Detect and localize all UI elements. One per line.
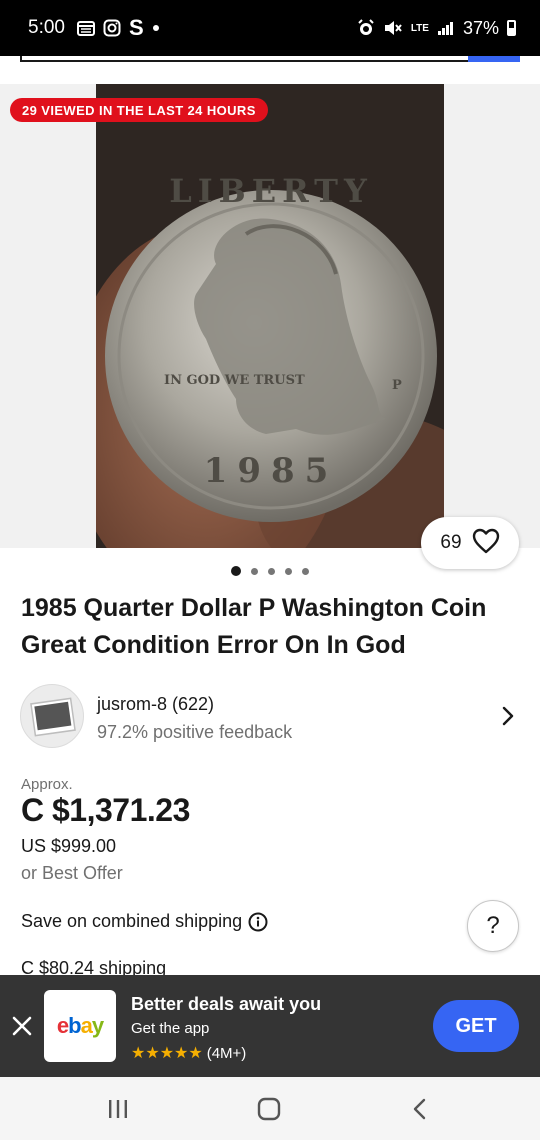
lte-icon: LTE xyxy=(410,22,429,34)
banner-title: Better deals await you xyxy=(131,994,322,1014)
rating-count: (4M+) xyxy=(206,1044,247,1062)
coin-motto: IN GOD WE TRUST xyxy=(164,373,305,388)
s-app-icon: S xyxy=(128,15,144,40)
get-app-button[interactable]: GET xyxy=(433,1000,519,1052)
search-button[interactable] xyxy=(468,56,520,62)
star-rating-icon: ★★★★★ xyxy=(131,1045,203,1062)
seller-avatar xyxy=(20,684,84,748)
viewed-badge: 29 VIEWED IN THE LAST 24 HOURS xyxy=(10,98,268,122)
back-icon[interactable] xyxy=(400,1093,440,1125)
banner-subtitle: Get the app xyxy=(131,1020,210,1037)
coin-mint-mark: P xyxy=(392,378,402,393)
mute-icon xyxy=(383,18,403,38)
pagination-dot[interactable] xyxy=(302,567,309,575)
pagination-dot[interactable] xyxy=(268,567,275,575)
logo-letter-e: e xyxy=(56,1013,69,1038)
battery-icon xyxy=(507,20,516,36)
seller-name[interactable]: jusrom-8 (622) xyxy=(97,694,214,715)
status-time: 5:00 xyxy=(28,17,65,38)
help-button[interactable]: ? xyxy=(467,900,519,952)
search-bar[interactable] xyxy=(0,56,540,76)
home-icon[interactable] xyxy=(249,1093,289,1125)
status-bar: 5:00 S LTE 37% xyxy=(0,0,540,56)
pagination-dot[interactable] xyxy=(251,567,258,575)
pagination-dot[interactable] xyxy=(285,567,292,575)
product-photo[interactable]: LIBERTY IN GOD WE TRUST 1985 P xyxy=(96,84,444,548)
alarm-icon xyxy=(357,18,375,38)
image-pagination[interactable] xyxy=(0,566,540,576)
logo-letter-a: a xyxy=(80,1013,93,1038)
watch-count: 69 xyxy=(440,532,462,553)
heart-icon xyxy=(472,528,500,559)
banner-rating: ★★★★★ (4M+) xyxy=(131,1043,246,1063)
best-offer-label: or Best Offer xyxy=(21,863,123,883)
combined-shipping-label: Save on combined shipping xyxy=(21,911,243,931)
coin-legend-top: LIBERTY xyxy=(169,172,373,210)
status-left: 5:00 S xyxy=(28,15,160,40)
calendar-icon xyxy=(76,18,95,38)
price-original: US $999.00 xyxy=(21,836,117,856)
seller-feedback: 97.2% positive feedback xyxy=(97,722,293,742)
logo-letter-y: y xyxy=(91,1013,104,1038)
signal-icon xyxy=(437,18,455,38)
image-gallery[interactable]: LIBERTY IN GOD WE TRUST 1985 P xyxy=(0,84,540,548)
ebay-logo: ebay xyxy=(44,990,116,1062)
status-right: LTE 37% xyxy=(357,18,516,39)
close-icon[interactable] xyxy=(10,1014,34,1038)
pagination-dot[interactable] xyxy=(231,566,241,576)
approx-label: Approx. xyxy=(21,776,73,793)
system-nav-bar xyxy=(0,1077,540,1140)
combined-shipping[interactable]: Save on combined shipping xyxy=(21,911,268,932)
logo-letter-b: b xyxy=(68,1013,81,1038)
coin-year: 1985 xyxy=(204,451,339,491)
recent-apps-icon[interactable] xyxy=(98,1093,138,1125)
dot-icon xyxy=(152,18,160,38)
seller-row[interactable]: jusrom-8 (622) 97.2% positive feedback xyxy=(20,684,520,748)
listing-title: 1985 Quarter Dollar P Washington Coin Gr… xyxy=(21,594,487,659)
instagram-icon xyxy=(103,18,121,38)
battery-percent: 37% xyxy=(462,17,499,38)
chevron-right-icon[interactable] xyxy=(498,704,518,728)
watch-button[interactable]: 69 xyxy=(421,517,519,569)
search-input[interactable] xyxy=(20,56,470,62)
price-converted: C $1,371.23 xyxy=(21,792,190,828)
info-icon[interactable] xyxy=(248,912,268,932)
